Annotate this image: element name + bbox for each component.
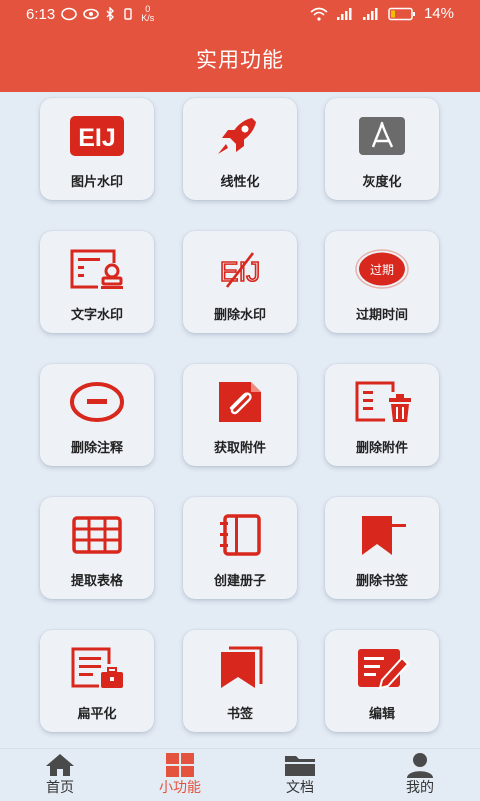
flatten-icon bbox=[68, 646, 126, 690]
feature-label: 文字水印 bbox=[70, 308, 123, 323]
feature-label: 图片水印 bbox=[70, 175, 123, 190]
battery-percent: 14% bbox=[423, 5, 454, 22]
feature-label: 获取附件 bbox=[213, 441, 266, 456]
feature-card-create-booklet[interactable]: 创建册子 bbox=[183, 497, 297, 599]
expire-stamp-icon: 过期 bbox=[353, 247, 411, 291]
feature-label: 灰度化 bbox=[362, 175, 402, 190]
feature-label: 删除注释 bbox=[70, 441, 123, 456]
wifi-icon bbox=[310, 7, 328, 21]
feature-grid: EIJ 图片水印 线性化 灰度化 文字水印 EIJ 删除水印 过期 过期时间 bbox=[0, 92, 480, 748]
feature-card-grayscale[interactable]: 灰度化 bbox=[325, 98, 439, 200]
signal-5g-icon bbox=[336, 7, 352, 20]
minus-circle-icon bbox=[68, 380, 126, 424]
feature-card-get-attachment[interactable]: 获取附件 bbox=[183, 364, 297, 466]
tab-home[interactable]: 首页 bbox=[0, 749, 120, 801]
bookmark-icon bbox=[211, 646, 269, 690]
bluetooth-icon bbox=[106, 7, 115, 21]
eye-icon bbox=[83, 8, 100, 20]
net-speed: 0 K/s bbox=[141, 4, 155, 23]
tab-label: 我的 bbox=[406, 780, 434, 796]
feature-card-expire-time[interactable]: 过期 过期时间 bbox=[325, 231, 439, 333]
feature-card-edit[interactable]: 编辑 bbox=[325, 630, 439, 732]
feature-label: 扁平化 bbox=[77, 707, 117, 722]
delete-attachment-icon bbox=[353, 380, 411, 424]
bottom-tab-bar: 首页 小功能 文档 我的 bbox=[0, 748, 480, 801]
chat-icon bbox=[61, 7, 78, 21]
feature-label: 提取表格 bbox=[70, 574, 123, 589]
remove-bookmark-icon bbox=[353, 513, 411, 557]
feature-card-remove-watermark[interactable]: EIJ 删除水印 bbox=[183, 231, 297, 333]
app-bar: 实用功能 bbox=[0, 28, 480, 92]
image-watermark-icon: EIJ bbox=[68, 114, 126, 158]
feature-label: 创建册子 bbox=[213, 574, 266, 589]
tab-profile[interactable]: 我的 bbox=[360, 749, 480, 801]
user-icon bbox=[404, 752, 436, 778]
rocket-icon bbox=[211, 114, 269, 158]
tab-label: 文档 bbox=[286, 780, 314, 796]
feature-card-linearize[interactable]: 线性化 bbox=[183, 98, 297, 200]
battery-icon bbox=[388, 7, 415, 20]
edit-icon bbox=[353, 646, 411, 690]
svg-text:EIJ: EIJ bbox=[78, 124, 116, 152]
feature-card-flatten[interactable]: 扁平化 bbox=[40, 630, 154, 732]
pdf-gray-icon bbox=[353, 114, 411, 158]
page-title: 实用功能 bbox=[196, 48, 284, 72]
feature-label: 删除附件 bbox=[355, 441, 408, 456]
home-icon bbox=[44, 752, 76, 778]
feature-label: 删除书签 bbox=[355, 574, 408, 589]
status-bar: 6:13 0 K/s 14% bbox=[0, 0, 480, 28]
grid-icon bbox=[164, 752, 196, 778]
feature-label: 删除水印 bbox=[213, 308, 266, 323]
tab-label: 首页 bbox=[46, 780, 74, 796]
vibrate-icon bbox=[124, 8, 132, 20]
feature-label: 编辑 bbox=[368, 707, 395, 722]
booklet-icon bbox=[211, 513, 269, 557]
feature-card-delete-bookmark[interactable]: 删除书签 bbox=[325, 497, 439, 599]
tab-small-features[interactable]: 小功能 bbox=[120, 749, 240, 801]
feature-card-delete-annotation[interactable]: 删除注释 bbox=[40, 364, 154, 466]
feature-label: 书签 bbox=[226, 707, 253, 722]
feature-label: 线性化 bbox=[220, 175, 260, 190]
paperclip-icon bbox=[211, 380, 269, 424]
folder-icon bbox=[284, 752, 316, 778]
table-icon bbox=[68, 513, 126, 557]
tab-documents[interactable]: 文档 bbox=[240, 749, 360, 801]
feature-card-bookmark[interactable]: 书签 bbox=[183, 630, 297, 732]
feature-label: 过期时间 bbox=[355, 308, 408, 323]
remove-watermark-icon: EIJ bbox=[211, 247, 269, 291]
status-time: 6:13 bbox=[26, 5, 56, 23]
signal-icons: 0 K/s bbox=[61, 5, 154, 23]
text-watermark-icon bbox=[68, 247, 126, 291]
signal-4g-icon bbox=[362, 7, 378, 20]
feature-card-delete-attachment[interactable]: 删除附件 bbox=[325, 364, 439, 466]
svg-text:过期: 过期 bbox=[370, 263, 394, 277]
feature-card-text-watermark[interactable]: 文字水印 bbox=[40, 231, 154, 333]
feature-card-image-watermark[interactable]: EIJ 图片水印 bbox=[40, 98, 154, 200]
tab-label: 小功能 bbox=[159, 780, 201, 796]
feature-card-extract-table[interactable]: 提取表格 bbox=[40, 497, 154, 599]
